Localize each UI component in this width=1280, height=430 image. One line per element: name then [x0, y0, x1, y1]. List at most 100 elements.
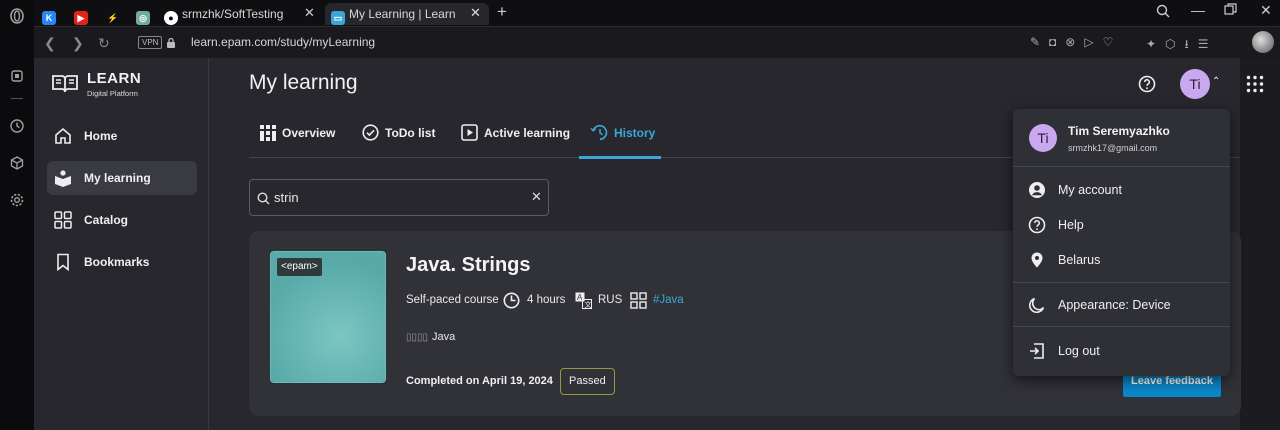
course-language: RUS [598, 294, 623, 306]
app-sidebar: LEARN Digital Platform Home My learning … [34, 58, 209, 430]
course-duration: 4 hours [527, 294, 566, 306]
tab-history[interactable]: History [590, 124, 655, 142]
profile-avatar[interactable] [1252, 31, 1274, 53]
sidebar-item-label: Home [84, 129, 118, 143]
youtube-icon: ▶ [74, 11, 88, 25]
menu-divider [1013, 326, 1230, 327]
course-type: Self-paced course [406, 294, 499, 306]
account-icon [1029, 182, 1045, 198]
tab-github[interactable]: ● srmzhk/SoftTesting [164, 3, 322, 25]
tab-active-learning[interactable]: Active learning [461, 124, 570, 142]
bolt-icon: ⚡ [107, 13, 119, 23]
apps-grid-icon[interactable] [1246, 75, 1264, 98]
help-icon[interactable] [1138, 75, 1156, 98]
tab-chatgpt[interactable]: ◎ [136, 3, 156, 25]
tab-bolt[interactable]: ⚡ [106, 3, 126, 25]
github-icon: ● [164, 11, 178, 25]
location-pin-icon [1031, 252, 1043, 268]
browser-sidebar [0, 0, 34, 430]
address-bar-actions[interactable]: ✎◘⊗▷♡ [1030, 35, 1122, 49]
course-tag-link[interactable]: #Java [653, 294, 684, 306]
restore-icon[interactable] [1224, 3, 1237, 21]
catalog-icon [54, 211, 72, 229]
new-tab-plus-icon[interactable]: + [497, 2, 507, 22]
tab-my-learning[interactable]: ▭ My Learning | Learn [325, 3, 489, 25]
tab-vk[interactable]: K [42, 3, 62, 25]
check-circle-icon [362, 124, 379, 141]
reload-icon[interactable]: ↻ [98, 35, 110, 51]
sidebar-item-bookmarks[interactable]: Bookmarks [47, 245, 197, 279]
back-icon[interactable]: ❮ [44, 35, 56, 51]
address-bar: ❮ ❯ ↻ VPN learn.epam.com/study/myLearnin… [34, 26, 1280, 58]
course-skill: Java [432, 331, 456, 343]
epam-badge: <epam> [277, 258, 322, 276]
menu-item-label: Log out [1058, 344, 1100, 358]
tab-bar: K ▶ ⚡ ◎ ● srmzhk/SoftTesting ✕ ▭ My Learni… [34, 0, 1280, 26]
overview-icon [260, 125, 276, 141]
brand-subtitle: Digital Platform [87, 89, 138, 98]
extensions-icons[interactable]: ✦⬡⭳☰ [1146, 35, 1218, 56]
play-square-icon [461, 124, 478, 141]
menu-divider [1013, 282, 1230, 283]
active-tab-indicator [579, 156, 661, 159]
course-thumbnail[interactable]: <epam> [270, 251, 386, 383]
skill-prefix: ▯▯▯▯ [406, 332, 429, 343]
translate-icon: A文 [575, 292, 592, 309]
minimize-icon[interactable]: — [1191, 2, 1205, 18]
logout-icon [1030, 343, 1044, 359]
user-avatar[interactable]: Ti [1180, 69, 1210, 99]
tab-label: srmzhk/SoftTesting [182, 7, 284, 21]
cube-icon[interactable] [9, 155, 25, 171]
sidebar-item-label: Bookmarks [84, 255, 150, 269]
user-menu: Ti Tim Seremyazhko srmzhk17@gmail.com My… [1013, 109, 1230, 376]
opera-logo-icon[interactable] [9, 8, 25, 24]
learn-logo-icon[interactable] [51, 72, 79, 99]
lock-icon[interactable] [166, 36, 176, 54]
tab-label: Overview [282, 126, 336, 140]
search-input[interactable]: strin ✕ [249, 179, 549, 216]
brand-title: LEARN [87, 70, 142, 87]
forward-icon[interactable]: ❯ [72, 35, 84, 51]
learn-icon: ▭ [331, 11, 345, 25]
home-icon [55, 127, 71, 144]
help-icon [1028, 216, 1046, 234]
page-title: My learning [249, 71, 358, 94]
my-learning-icon [55, 170, 71, 187]
menu-item-label: Help [1058, 218, 1084, 232]
completed-date: Completed on April 19, 2024 [406, 375, 553, 387]
history-clock-icon[interactable] [9, 118, 25, 134]
tab-youtube[interactable]: ▶ [74, 3, 94, 25]
menu-divider [1013, 166, 1230, 167]
search-tabs-icon[interactable] [1156, 4, 1170, 23]
status-badge: Passed [560, 368, 615, 395]
tag-grid-icon [630, 292, 647, 309]
tab-label: My Learning | Learn [349, 7, 456, 21]
tab-overview[interactable]: Overview [260, 124, 335, 142]
course-title[interactable]: Java. Strings [406, 254, 531, 277]
vpn-badge[interactable]: VPN [138, 36, 163, 49]
tab-todo-list[interactable]: ToDo list [362, 124, 435, 142]
close-tab-icon[interactable]: ✕ [470, 5, 481, 21]
menu-item-label: Belarus [1058, 253, 1101, 267]
tab-label: ToDo list [385, 126, 436, 140]
chatgpt-icon: ◎ [136, 11, 150, 25]
url-field[interactable]: learn.epam.com/study/myLearning [191, 35, 375, 49]
svg-text:文: 文 [585, 300, 592, 309]
user-email: srmzhk17@gmail.com [1068, 143, 1158, 153]
search-value: strin [274, 190, 299, 205]
close-window-icon[interactable]: ✕ [1260, 2, 1272, 19]
sidebar-item-label: My learning [84, 171, 151, 185]
sidebar-item-my-learning[interactable]: My learning [47, 161, 197, 195]
sidebar-item-home[interactable]: Home [47, 119, 197, 153]
settings-gear-icon[interactable] [9, 192, 25, 208]
sidebar-item-catalog[interactable]: Catalog [47, 203, 197, 237]
moon-icon [1028, 297, 1045, 314]
ai-chip-icon[interactable] [9, 68, 25, 84]
close-tab-icon[interactable]: ✕ [304, 5, 315, 21]
clock-icon [503, 292, 520, 309]
tab-label: Active learning [484, 126, 571, 140]
clear-search-icon[interactable]: ✕ [531, 189, 542, 205]
search-icon [257, 192, 270, 205]
menu-avatar: Ti [1029, 124, 1057, 152]
chevron-up-icon[interactable]: ⌃ [1212, 76, 1220, 87]
